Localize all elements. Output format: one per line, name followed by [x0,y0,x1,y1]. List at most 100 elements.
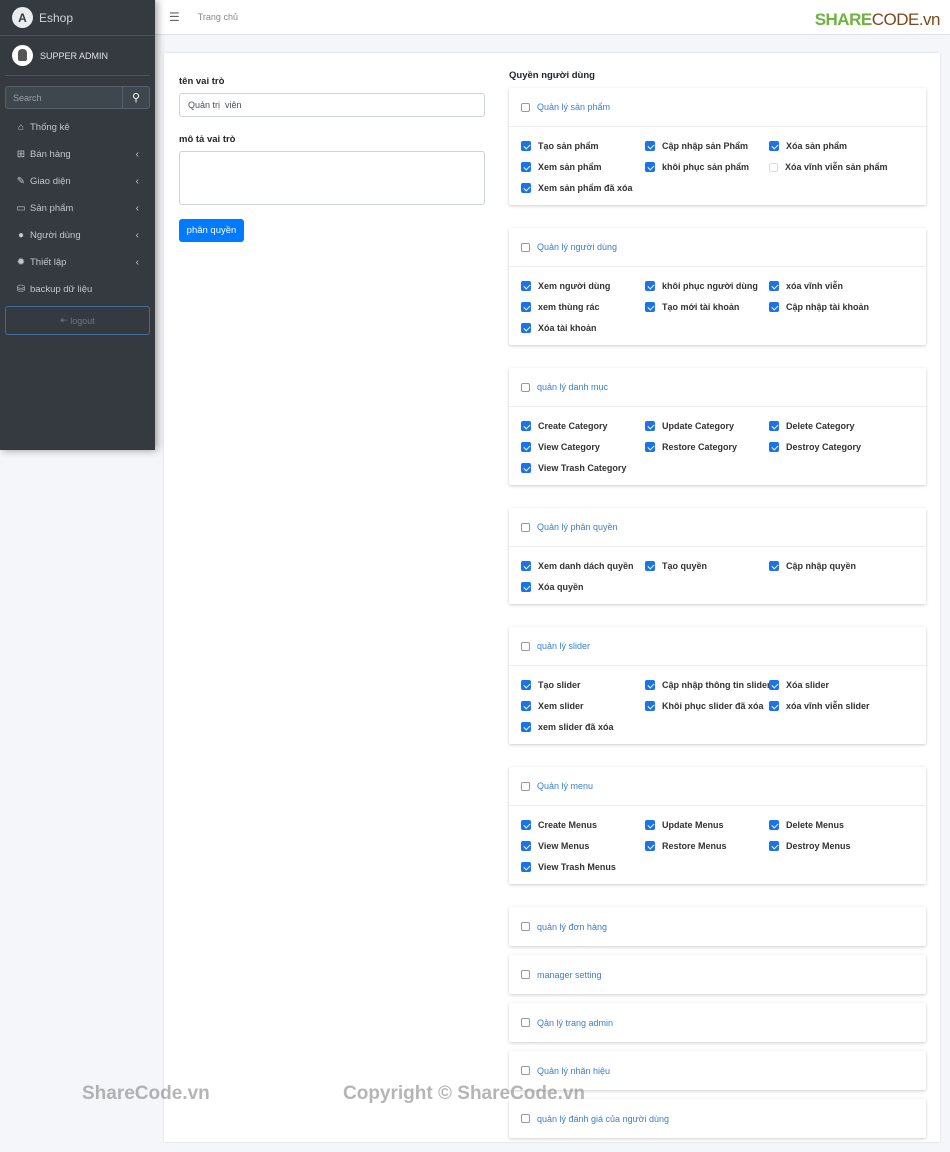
permission-checkbox[interactable] [769,701,779,711]
permission-group-header[interactable]: manager setting [509,955,926,994]
permission-checkbox[interactable] [645,680,655,690]
permission-checkbox[interactable] [645,421,655,431]
permission-item[interactable]: Destroy Category [769,441,919,453]
search-icon[interactable]: ⚲ [122,87,149,108]
permission-item[interactable]: Cập nhập quyền [769,560,919,572]
user-panel[interactable]: SUPPER ADMIN [5,36,150,76]
permission-item[interactable]: Create Category [521,420,645,432]
menu-toggle-icon[interactable]: ☰ [169,10,180,24]
permission-checkbox[interactable] [645,561,655,571]
permission-checkbox[interactable] [521,820,531,830]
group-checkbox[interactable] [521,1066,530,1075]
permission-checkbox[interactable] [769,841,779,851]
group-checkbox[interactable] [521,1018,530,1027]
permission-item[interactable]: Xem slider [521,700,645,712]
permission-checkbox[interactable] [769,421,779,431]
permission-item[interactable]: Tạo slider [521,679,645,691]
permission-item[interactable]: Xem sản phẩm đã xóa [521,182,645,194]
permission-group-header[interactable]: quản lý đơn hàng [509,907,926,946]
permission-item[interactable]: xóa vĩnh viễn [769,280,919,292]
permission-item[interactable]: xem thùng rác [521,301,645,313]
brand-link[interactable]: A Eshop [0,0,155,36]
group-label[interactable]: Quản lý phân quyền [537,522,618,532]
permission-item[interactable]: Update Category [645,420,769,432]
permission-checkbox[interactable] [769,680,779,690]
search-input[interactable] [6,87,122,108]
group-label[interactable]: Quản lý sản phẩm [537,102,610,112]
group-checkbox[interactable] [521,242,530,252]
group-label[interactable]: manager setting [537,970,602,980]
permission-checkbox[interactable] [521,162,531,172]
permission-checkbox[interactable] [521,323,531,333]
permission-item[interactable]: Tạo sản phẩm [521,140,645,152]
group-label[interactable]: Quản lý người dùng [537,242,617,252]
assign-permissions-button[interactable]: phân quyền [179,219,244,242]
sidebar-item-4[interactable]: ● Người dùng ‹ [0,222,155,249]
permission-checkbox[interactable] [521,722,531,732]
group-checkbox[interactable] [521,1114,530,1123]
breadcrumb-home[interactable]: Trang chủ [198,12,238,22]
permission-item[interactable]: Update Menus [645,819,769,831]
permission-group-header[interactable]: quản lý danh mục [509,368,926,407]
sidebar-item-1[interactable]: ⊞ Bán hàng ‹ [0,141,155,168]
permission-item[interactable]: Xóa vĩnh viễn sản phẩm [769,161,919,173]
permission-group-header[interactable]: Quản lý phân quyền [509,508,926,547]
permission-item[interactable]: View Category [521,441,645,453]
sidebar-item-2[interactable]: ✎ Giao diện ‹ [0,168,155,195]
permission-item[interactable]: Xóa quyền [521,581,645,593]
permission-item[interactable]: Xóa slider [769,679,919,691]
permission-checkbox[interactable] [769,162,778,172]
group-checkbox[interactable] [521,922,530,931]
permission-checkbox[interactable] [521,463,531,473]
permission-checkbox[interactable] [645,281,655,291]
group-label[interactable]: Qản lý trang admin [537,1018,613,1028]
permission-item[interactable]: Tạo mới tài khoản [645,301,769,313]
permission-checkbox[interactable] [645,141,655,151]
permission-checkbox[interactable] [521,862,531,872]
permission-group-header[interactable]: quản lý slider [509,627,926,666]
permission-item[interactable]: View Trash Menus [521,861,645,873]
permission-checkbox[interactable] [521,421,531,431]
group-checkbox[interactable] [521,382,530,392]
permission-checkbox[interactable] [645,302,655,312]
permission-item[interactable]: xóa vĩnh viễn slider [769,700,919,712]
permission-checkbox[interactable] [645,701,655,711]
permission-checkbox[interactable] [521,281,531,291]
permission-checkbox[interactable] [521,680,531,690]
permission-checkbox[interactable] [769,302,779,312]
permission-checkbox[interactable] [769,141,779,151]
permission-item[interactable]: Cập nhập thông tin slider [645,679,771,691]
permission-checkbox[interactable] [521,442,531,452]
permission-checkbox[interactable] [521,183,531,193]
role-name-input[interactable] [179,93,485,117]
permission-item[interactable]: Cập nhập sản Phẩm [645,140,769,152]
permission-checkbox[interactable] [645,442,655,452]
permission-checkbox[interactable] [521,141,531,151]
permission-group-header[interactable]: Qản lý trang admin [509,1003,926,1042]
permission-item[interactable]: Restore Category [645,441,769,453]
group-label[interactable]: quản lý slider [537,641,590,651]
group-checkbox[interactable] [521,641,530,651]
permission-item[interactable]: Delete Menus [769,819,919,831]
role-desc-textarea[interactable] [179,151,485,205]
permission-checkbox[interactable] [521,302,531,312]
permission-group-header[interactable]: Quản lý người dùng [509,228,926,267]
group-checkbox[interactable] [521,102,530,112]
permission-item[interactable]: khôi phục người dùng [645,280,769,292]
permission-checkbox[interactable] [645,841,655,851]
logout-button[interactable]: ⇤ logout [5,306,150,335]
permission-item[interactable]: View Menus [521,840,645,852]
permission-item[interactable]: xem slider đã xóa [521,721,645,733]
group-label[interactable]: quản lý đơn hàng [537,922,607,932]
permission-item[interactable]: Create Menus [521,819,645,831]
permission-checkbox[interactable] [645,820,655,830]
permission-item[interactable]: Xem sản phẩm [521,161,645,173]
permission-item[interactable]: Cập nhập tài khoản [769,301,919,313]
permission-item[interactable]: Tạo quyền [645,560,769,572]
sidebar-item-5[interactable]: ✹ Thiết lập ‹ [0,249,155,276]
group-label[interactable]: Quản lý menu [537,781,593,791]
group-checkbox[interactable] [521,522,530,532]
group-label[interactable]: quản lý danh mục [537,382,608,392]
sidebar-item-3[interactable]: ▭ Sản phẩm ‹ [0,195,155,222]
permission-item[interactable]: Xóa sản phẩm [769,140,919,152]
